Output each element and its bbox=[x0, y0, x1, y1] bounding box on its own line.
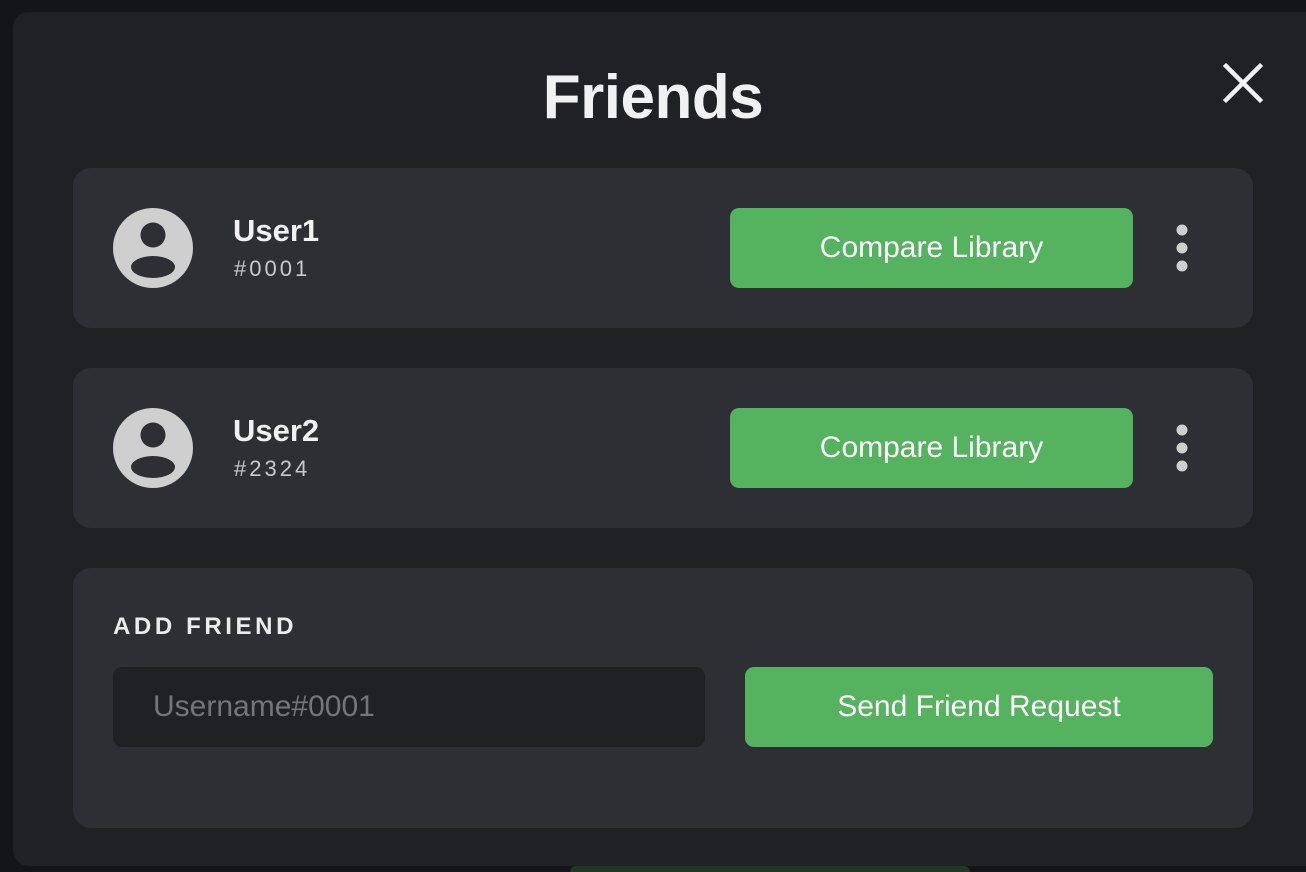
friend-username: User2 bbox=[233, 413, 320, 448]
friend-options-button[interactable] bbox=[1167, 224, 1197, 272]
add-friend-heading: ADD FRIEND bbox=[113, 613, 297, 640]
compare-library-button[interactable]: Compare Library bbox=[730, 208, 1133, 288]
friend-username: User1 bbox=[233, 213, 320, 248]
close-icon bbox=[1222, 62, 1264, 104]
compare-library-button[interactable]: Compare Library bbox=[730, 408, 1133, 488]
dialog-title: Friends bbox=[542, 63, 764, 132]
friend-card: User1 #0001 Compare Library bbox=[73, 168, 1253, 328]
add-friend-panel: ADD FRIEND Send Friend Request bbox=[73, 568, 1253, 828]
send-friend-request-button[interactable]: Send Friend Request bbox=[745, 667, 1213, 747]
more-vertical-icon bbox=[1176, 424, 1188, 472]
friend-card: User2 #2324 Compare Library bbox=[73, 368, 1253, 528]
user-avatar-icon bbox=[113, 408, 193, 488]
background-green-button-edge bbox=[570, 866, 970, 872]
friend-tag: #2324 bbox=[234, 456, 311, 481]
more-vertical-icon bbox=[1176, 224, 1188, 272]
username-input[interactable] bbox=[113, 667, 705, 747]
user-avatar-icon bbox=[113, 208, 193, 288]
close-button[interactable] bbox=[1218, 58, 1268, 108]
friend-tag: #0001 bbox=[234, 256, 311, 281]
friend-options-button[interactable] bbox=[1167, 424, 1197, 472]
